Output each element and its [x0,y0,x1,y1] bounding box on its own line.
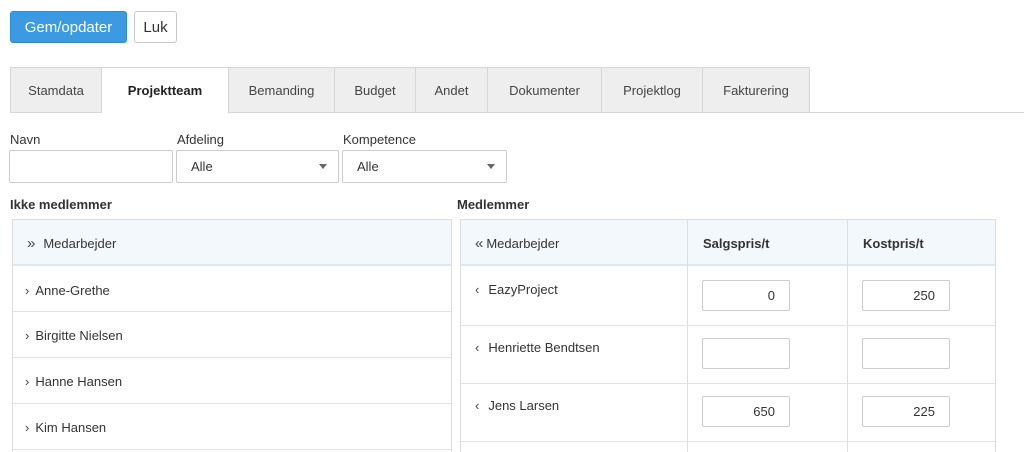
sales-price-input[interactable] [702,338,790,369]
tab-budget[interactable]: Budget [335,67,416,113]
chevron-right-icon: › [25,419,30,435]
members-table: « Medarbejder Salgspris/t Kostpris/t ‹ Ea… [460,219,996,452]
tab-andet[interactable]: Andet [416,67,488,113]
tab-bemanding[interactable]: Bemanding [229,67,335,113]
department-filter-label: Afdeling [177,132,224,147]
name-filter-label: Navn [10,132,41,147]
table-row: ‹ EazyProject 0 250 [461,268,995,326]
double-chevron-right-icon: » [27,234,36,252]
employee-name: Anne-Grethe [35,282,110,298]
column-header-employee: Medarbejder [43,235,117,251]
close-button[interactable]: Luk [134,11,177,43]
add-all-button[interactable]: » Medarbejder [27,220,116,266]
name-filter-input[interactable] [9,150,173,183]
competence-select-value: Alle [357,159,379,174]
table-row: ‹ Henriette Bendtsen [461,326,995,384]
members-title: Medlemmer [457,197,530,212]
remove-member-button[interactable]: ‹ EazyProject [475,282,558,297]
chevron-left-icon: ‹ [475,340,480,355]
list-item[interactable]: › Birgitte Nielsen [13,312,451,358]
employee-name: Kim Hansen [35,419,107,435]
cost-price-input[interactable]: 225 [862,396,950,427]
cost-price-input[interactable]: 250 [862,280,950,311]
column-header-sales-price: Salgspris/t [703,235,770,251]
chevron-right-icon: › [25,282,30,298]
employee-name: Hanne Hansen [35,373,123,389]
chevron-right-icon: › [25,327,30,343]
list-item[interactable]: › Hanne Hansen [13,358,451,404]
employee-name: Birgitte Nielsen [35,327,123,343]
member-name: EazyProject [488,282,558,297]
cost-price-input[interactable] [862,338,950,369]
list-item[interactable]: › Kim Hansen [13,404,451,450]
department-select-value: Alle [191,159,213,174]
sales-price-input[interactable]: 0 [702,280,790,311]
table-row: ‹ Jens Larsen 650 225 [461,384,995,442]
chevron-left-icon: ‹ [475,398,480,413]
sales-price-input[interactable]: 650 [702,396,790,427]
chevron-down-icon [319,164,327,169]
table-header: » Medarbejder [13,220,451,266]
non-members-table: » Medarbejder › Anne-Grethe › Birgitte Nie… [12,219,452,452]
save-button[interactable]: Gem/opdater [10,11,127,43]
tab-stamdata[interactable]: Stamdata [10,67,102,113]
chevron-down-icon [487,164,495,169]
member-name: Jens Larsen [488,398,560,413]
chevron-left-icon: ‹ [475,282,480,297]
remove-member-button[interactable]: ‹ Henriette Bendtsen [475,340,600,355]
chevron-right-icon: › [25,373,30,389]
remove-all-button[interactable]: « Medarbejder [475,220,559,266]
tab-projektteam[interactable]: Projektteam [102,67,229,114]
column-header-employee: Medarbejder [486,235,560,251]
table-header: « Medarbejder Salgspris/t Kostpris/t [461,220,995,266]
competence-filter-label: Kompetence [343,132,416,147]
tab-projektlog[interactable]: Projektlog [602,67,703,113]
list-item[interactable]: › Anne-Grethe [13,268,451,312]
remove-member-button[interactable]: ‹ Jens Larsen [475,398,559,413]
tab-bar: Stamdata Projektteam Bemanding Budget An… [10,67,1024,114]
member-name: Henriette Bendtsen [488,340,600,355]
non-members-title: Ikke medlemmer [10,197,112,212]
competence-select[interactable]: Alle [342,150,507,183]
column-header-cost-price: Kostpris/t [863,235,924,251]
department-select[interactable]: Alle [176,150,339,183]
tab-dokumenter[interactable]: Dokumenter [488,67,602,113]
tab-fakturering[interactable]: Fakturering [703,67,810,113]
double-chevron-left-icon: « [475,234,484,252]
